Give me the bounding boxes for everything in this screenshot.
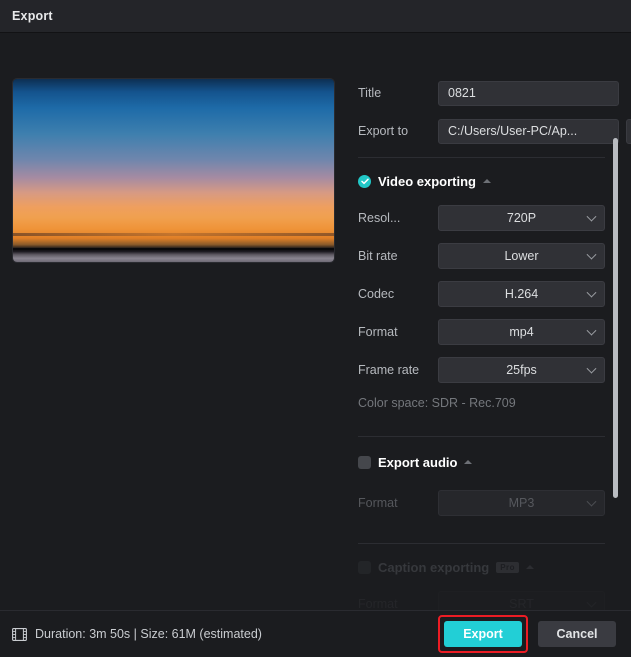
sunset-image [13,79,334,262]
bitrate-value: Lower [504,249,539,263]
export-audio-header[interactable]: Export audio [358,453,605,471]
title-input[interactable] [438,80,619,106]
chevron-up-icon-audio[interactable] [464,460,473,464]
section-divider-top [358,157,605,158]
caption-exporting-checkbox[interactable] [358,560,371,574]
export-audio-label: Export audio [378,454,458,470]
resolution-label: Resol... [358,211,401,225]
chevron-down-icon-framerate [586,363,597,374]
caption-format-row: Format SRT [358,591,605,610]
framerate-row: Frame rate 25fps [358,357,605,383]
chevron-down-icon-format [586,325,597,336]
settings-scrollbar[interactable] [613,138,618,552]
codec-row: Codec H.264 [358,281,605,307]
codec-select[interactable]: H.264 [438,281,605,307]
settings-scroll-area[interactable]: Title Export to [350,33,631,610]
resolution-row: Resol... 720P [358,205,605,231]
audio-format-value: MP3 [508,496,535,510]
caption-format-label: Format [358,597,398,610]
video-format-row: Format mp4 [358,319,605,345]
caption-format-select: SRT [438,591,605,610]
video-preview-thumbnail [13,79,334,262]
chevron-up-icon-video[interactable] [483,179,491,183]
settings-pane: Title Export to [350,33,631,610]
export-button-highlight: Export [438,615,528,653]
framerate-value: 25fps [506,363,537,377]
video-exporting-checkbox[interactable] [358,174,371,188]
video-format-label: Format [358,325,398,339]
dialog-footer: Duration: 3m 50s | Size: 61M (estimated)… [0,610,631,657]
chevron-down-icon-audio-format [586,496,597,507]
section-divider-audio [358,436,605,437]
video-exporting-label: Video exporting [378,173,476,189]
duration-status: Duration: 3m 50s | Size: 61M (estimated) [12,627,262,641]
bitrate-row: Bit rate Lower [358,243,605,269]
chevron-down-icon-codec [586,287,597,298]
color-space-text: Color space: SDR - Rec.709 [358,396,516,410]
title-label: Title [358,86,382,100]
caption-section: Caption exporting Pro [358,558,605,576]
resolution-value: 720P [506,211,537,225]
duration-text: Duration: 3m 50s | Size: 61M (estimated) [35,627,262,641]
pro-badge: Pro [496,561,520,573]
chevron-down-icon-caption-format [586,597,597,608]
bitrate-select[interactable]: Lower [438,243,605,269]
film-strip-icon [12,627,27,641]
caption-exporting-label: Caption exporting [378,559,490,575]
video-format-select[interactable]: mp4 [438,319,605,345]
bitrate-label: Bit rate [358,249,398,263]
cancel-button[interactable]: Cancel [538,621,616,647]
framerate-select[interactable]: 25fps [438,357,605,383]
dialog-body: Title Export to [0,33,631,610]
caption-format-value: SRT [509,597,534,610]
dialog-title: Export [12,9,53,23]
codec-label: Codec [358,287,395,301]
chevron-up-icon-caption[interactable] [526,565,535,569]
scrollbar-thumb[interactable] [613,138,618,498]
caption-format-section: Format SRT [358,591,605,610]
section-divider-caption [358,543,605,544]
caption-exporting-header[interactable]: Caption exporting Pro [358,558,605,576]
chevron-down-icon-resolution [586,211,597,222]
audio-format-row: Format MP3 [358,490,605,516]
export-dialog: Export Title Export to [0,0,631,657]
check-icon [360,178,369,184]
chevron-down-icon-bitrate [586,249,597,260]
export-path-row: Export to [358,118,631,144]
audio-format-select: MP3 [438,490,605,516]
video-format-value: mp4 [509,325,534,339]
audio-format-label: Format [358,496,398,510]
dialog-titlebar: Export [0,0,631,33]
codec-value: H.264 [504,287,539,301]
framerate-label: Frame rate [358,363,420,377]
export-audio-checkbox[interactable] [358,455,371,469]
resolution-select[interactable]: 720P [438,205,605,231]
video-exporting-header[interactable]: Video exporting [358,172,605,190]
title-row: Title [358,80,619,106]
export-button[interactable]: Export [444,621,522,647]
preview-pane [0,33,350,610]
export-path-input[interactable] [438,118,619,144]
browse-folder-button[interactable] [626,118,631,144]
export-to-label: Export to [358,124,409,138]
